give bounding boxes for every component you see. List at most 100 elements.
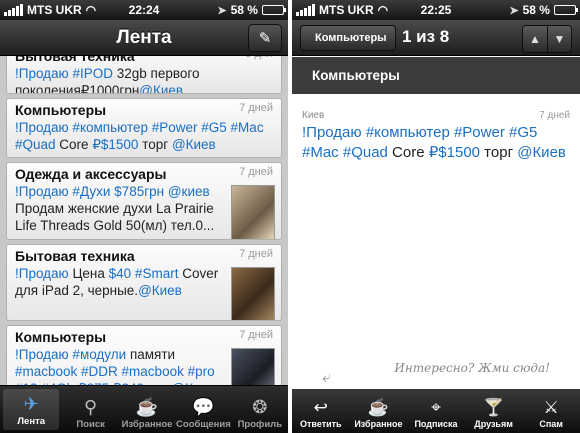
tab-label: Лента <box>17 416 46 427</box>
pager-label: 1 из 8 <box>402 27 450 46</box>
text-segment: Продам женские духи La Prairie Life Thre… <box>15 201 215 233</box>
feed-item[interactable]: Компьютеры 7 дней !Продаю #компьютер #Powe… <box>6 98 282 158</box>
status-bar: MTS UKR ◠ 22:24 ➤ 58 % <box>0 0 288 20</box>
back-button-label: Компьютеры <box>315 32 387 44</box>
feed-item-text: !Продаю Цена $40 #Smart Cover для iPad 2… <box>15 265 223 299</box>
reply-button[interactable]: ↩ Ответить <box>292 389 350 433</box>
cocktail-button[interactable]: 🍸 Друзьям <box>465 389 523 433</box>
tag-link[interactable]: !Продаю <box>15 266 69 281</box>
carrier-name: MTS UKR <box>27 3 82 17</box>
feed-item-text: !Продаю #Духи $785грн @киев Продам женск… <box>15 183 223 234</box>
tab-search[interactable]: ⚲ Поиск <box>62 386 118 433</box>
cocktail-icon: 🍸 <box>482 398 505 417</box>
feed-item-text: !Продаю #компьютер #Power #G5 #Mac #Quad… <box>15 119 273 153</box>
text-segment: Цена <box>68 266 109 281</box>
tag-link[interactable]: @Киев <box>517 144 566 161</box>
tag-link[interactable]: !Продаю #Духи $785грн @киев <box>15 184 210 199</box>
text-segment: Core <box>55 137 93 152</box>
compose-button[interactable]: ✎ <box>248 24 282 52</box>
coffee-button[interactable]: ☕ Избранное <box>350 389 408 433</box>
action-toolbar: ↩ Ответить ☕ Избранное ⌖ Подписка 🍸 Друзьям ⚔ Спа… <box>292 389 580 433</box>
tag-link[interactable]: #IPOD <box>72 66 113 81</box>
nav-bar: Лента ✎ <box>0 20 288 56</box>
arrow-up-icon: ▲ <box>529 32 541 46</box>
curved-arrow-icon: ⤶ <box>322 369 331 386</box>
search-icon: ⚲ <box>84 397 98 417</box>
feed-item-date: 3 дня <box>245 56 273 60</box>
text-segment: . <box>183 83 187 94</box>
tab-chat[interactable]: 💬 Сообщения <box>175 386 231 433</box>
tag-link[interactable]: !Продаю #модули <box>15 347 126 362</box>
tag-link[interactable]: @Киев <box>139 83 183 93</box>
tab-brain[interactable]: ❂ Профиль <box>232 386 288 433</box>
post-city: Киев <box>302 110 325 121</box>
tab-label: Поиск <box>76 419 105 430</box>
feed-item-date: 7 дней <box>239 329 273 341</box>
tab-feed[interactable]: ✈ Лента <box>3 389 60 430</box>
arrow-down-icon: ▼ <box>553 32 566 46</box>
tag-link[interactable]: @Киев <box>172 137 216 152</box>
location-icon: ➤ <box>509 4 519 17</box>
detail-screen: MTS UKR ◠ 22:25 ➤ 58 % Компьютеры 1 из 8… <box>292 0 580 433</box>
signal-icon <box>4 4 23 16</box>
tag-link[interactable]: !Продаю <box>15 66 69 81</box>
reply-icon: ↩ <box>313 398 328 417</box>
carrier-name: MTS UKR <box>319 3 374 17</box>
feed-item-date: 7 дней <box>239 248 273 260</box>
feed-item-text: !Продаю #модули памяти #macbook #DDR #ma… <box>15 346 223 385</box>
chainsaw-button[interactable]: ⚔ Спам <box>522 389 580 433</box>
tab-label: Сообщения <box>176 419 231 430</box>
location-icon: ➤ <box>217 4 227 17</box>
tool-label: Избранное <box>354 419 403 429</box>
tag-link[interactable]: $40 #Smart <box>109 266 179 281</box>
tab-label: Избранное <box>121 419 173 430</box>
text-segment: торг <box>138 137 172 152</box>
text-segment: памяти <box>126 347 176 362</box>
pager-arrows: ▲ ▼ <box>522 25 572 53</box>
back-button[interactable]: Компьютеры <box>300 25 396 51</box>
feed-item-category: Бытовая техника <box>15 56 135 64</box>
next-button[interactable]: ▼ <box>547 26 571 52</box>
feed-item-text: !Продаю #IPOD 32gb первого поколения₽100… <box>15 65 273 94</box>
battery-icon <box>261 5 286 15</box>
feed-item[interactable]: Компьютеры 7 дней !Продаю #модули памяти #… <box>6 325 282 385</box>
feed-item-date: 7 дней <box>239 166 273 178</box>
feed-item-thumbnail[interactable] <box>231 348 275 385</box>
tag-link[interactable]: ₽$1500 <box>429 144 480 161</box>
feed-item[interactable]: Бытовая техника 3 дня !Продаю #IPOD 32gb п… <box>6 56 282 94</box>
battery-percent: 58 % <box>230 3 258 17</box>
telescope-button[interactable]: ⌖ Подписка <box>407 389 465 433</box>
tab-coffee[interactable]: ☕ Избранное <box>119 386 175 433</box>
feed-item-category: Компьютеры <box>15 102 107 118</box>
tab-bar: ✈ Лента ⚲ Поиск ☕ Избранное 💬 Сообщения ❂ Профиль <box>0 385 288 433</box>
tag-link[interactable]: @Киев <box>138 283 182 298</box>
feed-item[interactable]: Одежда и аксессуары 7 дней !Продаю #Духи $… <box>6 162 282 240</box>
text-segment: Core <box>387 144 429 161</box>
tool-label: Спам <box>539 419 563 429</box>
feed-list[interactable]: Бытовая техника 3 дня !Продаю #IPOD 32gb п… <box>0 56 288 385</box>
feed-item-category: Бытовая техника <box>15 248 135 264</box>
previous-button[interactable]: ▲ <box>523 26 547 52</box>
feed-item-thumbnail[interactable] <box>231 267 275 320</box>
post-date: 7 дней <box>539 110 570 121</box>
feed-item-category: Одежда и аксессуары <box>15 166 167 182</box>
feed-item-thumbnail[interactable] <box>231 185 275 239</box>
battery-icon <box>553 5 578 15</box>
page-title: Лента <box>116 26 172 48</box>
feed-item[interactable]: Бытовая техника 7 дней !Продаю Цена $40 #S… <box>6 244 282 321</box>
feed-screen: MTS UKR ◠ 22:24 ➤ 58 % Лента ✎ Бытовая т… <box>0 0 288 433</box>
tag-link[interactable]: ₽$1500 <box>92 137 138 152</box>
feed-item-date: 7 дней <box>239 102 273 114</box>
wifi-icon: ◠ <box>377 3 389 17</box>
wifi-icon: ◠ <box>85 3 97 17</box>
feed-icon: ✈ <box>23 394 39 414</box>
coffee-icon: ☕ <box>367 398 389 417</box>
chat-icon: 💬 <box>192 397 215 417</box>
quill-icon: ✎ <box>258 30 272 47</box>
brain-icon: ❂ <box>252 397 268 417</box>
coffee-icon: ☕ <box>135 397 159 417</box>
feed-item-category: Компьютеры <box>15 329 107 345</box>
telescope-icon: ⌖ <box>431 398 441 417</box>
status-bar: MTS UKR ◠ 22:25 ➤ 58 % <box>292 0 580 20</box>
tool-label: Друзьям <box>474 419 513 429</box>
